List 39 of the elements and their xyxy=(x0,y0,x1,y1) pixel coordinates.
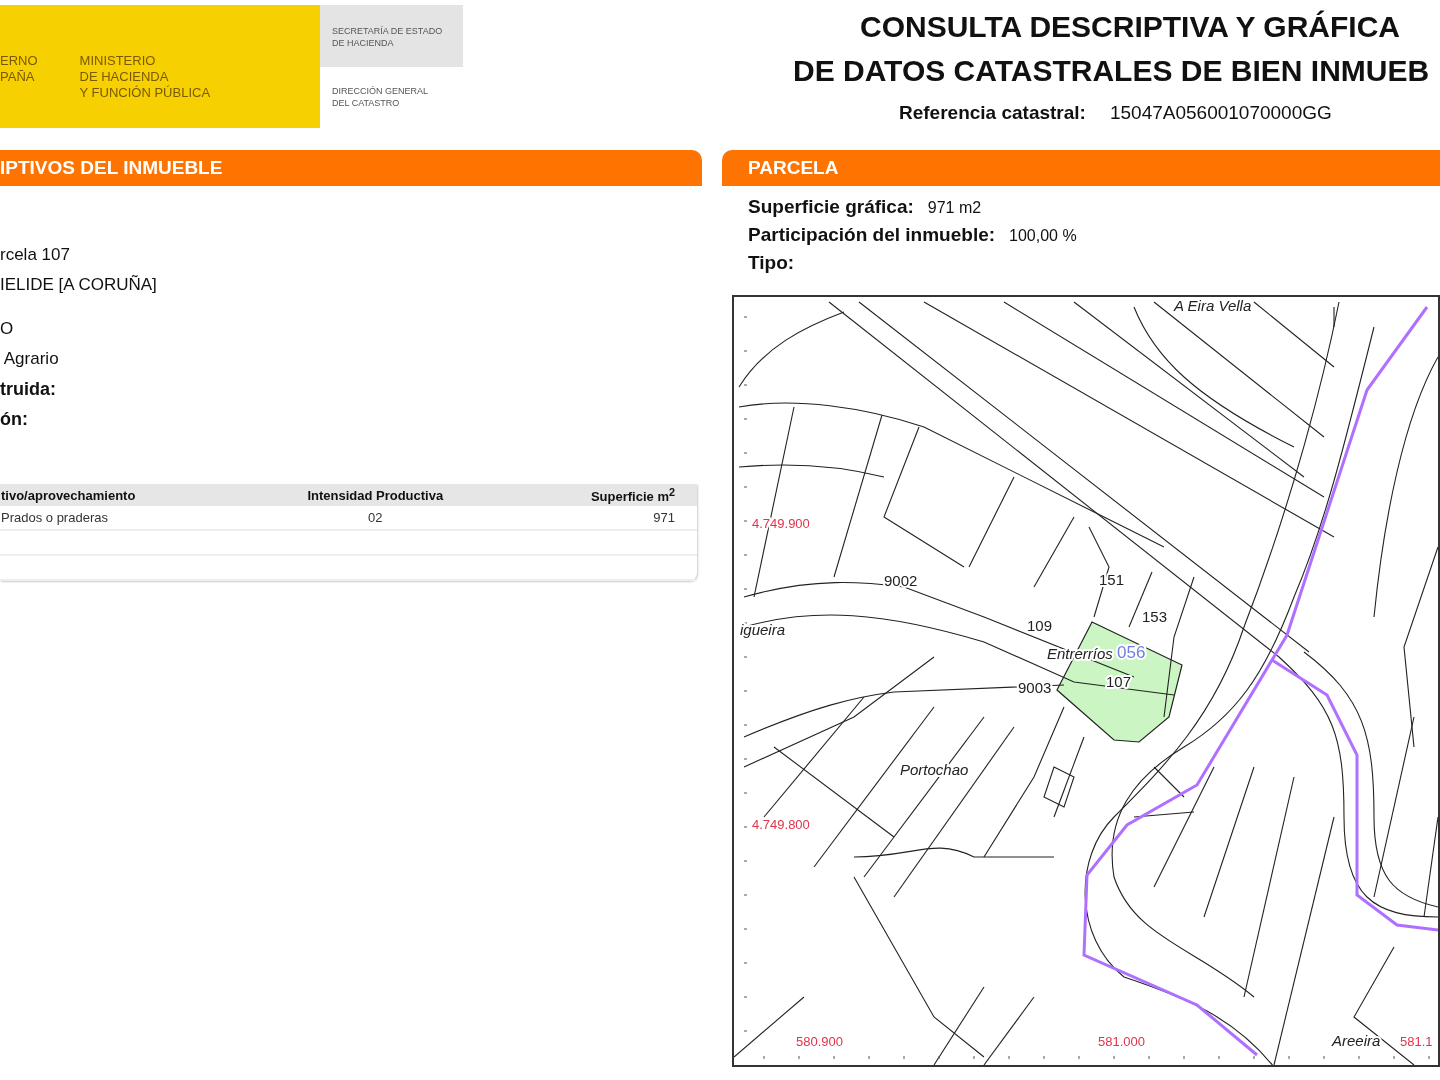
coordinate-label: 580.900 xyxy=(796,1034,843,1049)
parcel-number: 9002 xyxy=(884,572,918,589)
column-header: Intensidad Productiva xyxy=(249,484,502,506)
ministry-label: MINISTERIO DE HACIENDA Y FUNCIÓN PÚBLICA xyxy=(79,53,211,101)
column-header: Superficie m$^{2}$ xyxy=(501,484,697,506)
section-header: PARCELA xyxy=(722,150,1440,186)
table-cell: Prados o praderas xyxy=(0,506,250,530)
direccion-label: DIRECCIÓN GENERAL DEL CATASTRO xyxy=(331,85,430,109)
parcel-number: 153 xyxy=(1142,608,1168,625)
table-cell: 971 xyxy=(501,506,697,530)
government-label: ERNO PAÑA xyxy=(0,53,38,85)
field-label: ón: xyxy=(0,408,28,431)
field-label: Participación del inmueble: xyxy=(748,224,996,246)
field-value: IELIDE [A CORUÑA] xyxy=(0,274,157,296)
parcel-number: 109 xyxy=(1027,617,1053,634)
coordinate-label: 581.1 xyxy=(1400,1034,1433,1049)
place-label: Areeira xyxy=(1332,1032,1381,1049)
field-label: Superficie gráfica: xyxy=(748,196,914,218)
field-value: rcela 107 xyxy=(0,244,70,266)
field-value: O xyxy=(0,318,14,340)
field-value: 971 m2 xyxy=(927,199,982,217)
field-value: 100,00 % xyxy=(1009,227,1077,245)
section-header: IPTIVOS DEL INMUEBLE xyxy=(0,150,702,186)
parcel-number: 056 xyxy=(1117,643,1146,662)
field-value: Agrario xyxy=(2,348,59,370)
document-title: CONSULTA DESCRIPTIVA Y GRÁFICA xyxy=(860,10,1402,44)
table-cell: 02 xyxy=(249,506,502,530)
coordinate-label: 581.000 xyxy=(1098,1034,1145,1049)
secretaria-label: SECRETARÍA DE ESTADO DE HACIENDA xyxy=(320,5,463,67)
field-label: Tipo: xyxy=(748,252,795,274)
column-header: tivo/aprovechamiento xyxy=(0,484,250,506)
place-label: A Eira Vella xyxy=(1174,297,1252,314)
reference-value: 15047A056001070000GG xyxy=(1109,102,1332,124)
place-label: igueira xyxy=(740,621,786,638)
coordinate-label: 4.749.800 xyxy=(752,817,810,832)
field-label: truida: xyxy=(0,378,56,401)
parcel-number: 107 xyxy=(1106,673,1132,690)
reference-label: Referencia catastral: xyxy=(899,102,1086,124)
document-title: DE DATOS CATASTRALES DE BIEN INMUEB xyxy=(793,54,1431,88)
